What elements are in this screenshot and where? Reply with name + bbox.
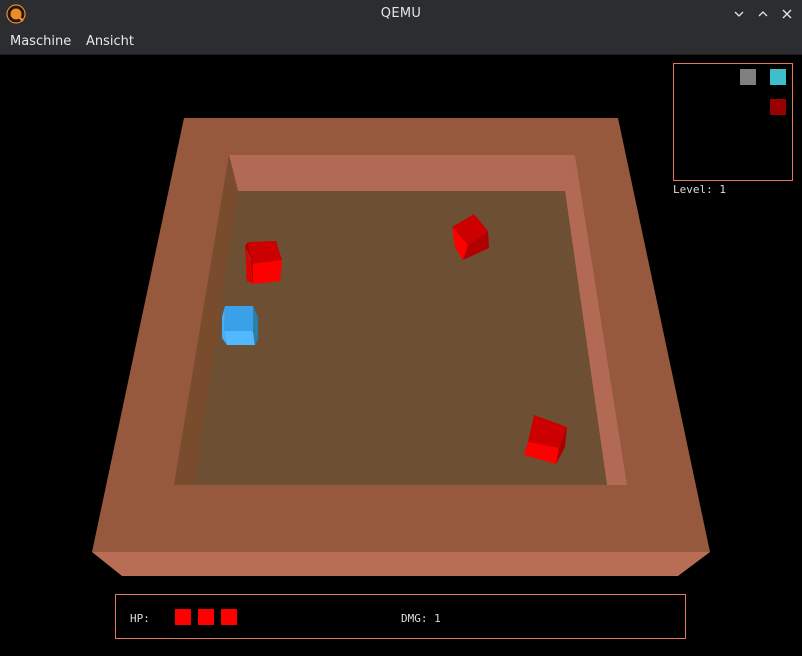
level-indicator: Level: 1 xyxy=(673,183,726,196)
hp-label: HP: xyxy=(130,612,150,625)
minimap-cell xyxy=(770,99,786,115)
minimap-cell xyxy=(740,69,756,85)
status-hud: HP: DMG: 1 xyxy=(115,594,686,639)
hp-block xyxy=(221,609,237,625)
window-title: QEMU xyxy=(380,6,422,21)
maximize-icon[interactable] xyxy=(753,4,773,24)
arena-wall-front xyxy=(92,552,710,576)
title-bar: QEMU xyxy=(0,0,802,29)
minimize-icon[interactable] xyxy=(729,4,749,24)
minimap xyxy=(673,63,793,181)
game-viewport[interactable]: Level: 1 HP: DMG: 1 xyxy=(0,55,802,656)
menu-bar: Maschine Ansicht xyxy=(0,29,802,55)
minimap-cell xyxy=(770,69,786,85)
arena-wall-inner-far xyxy=(229,155,575,191)
damage-value: DMG: 1 xyxy=(401,612,441,625)
hp-block xyxy=(198,609,214,625)
hp-block xyxy=(175,609,191,625)
menu-ansicht[interactable]: Ansicht xyxy=(86,34,134,49)
player-cube xyxy=(222,306,258,345)
close-icon[interactable] xyxy=(777,4,797,24)
menu-maschine[interactable]: Maschine xyxy=(10,34,71,49)
